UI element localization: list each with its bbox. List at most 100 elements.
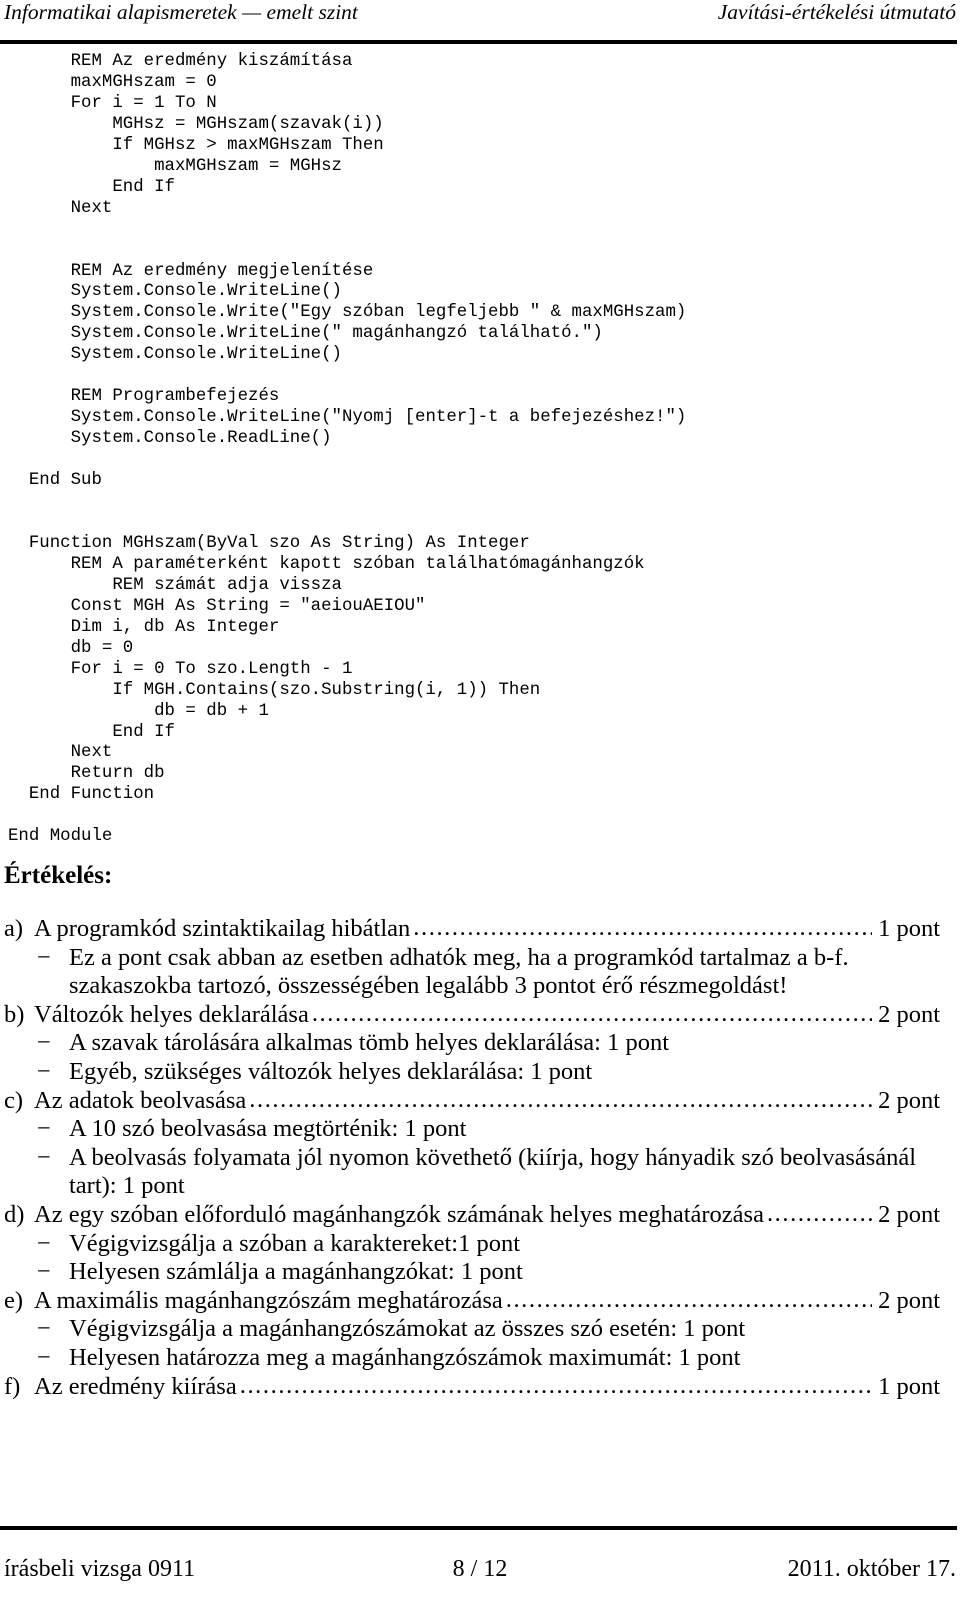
- scoring-item-criterion: Az eredmény kiírása: [34, 1372, 237, 1400]
- code-line: Function MGHszam(ByVal szo As String) As…: [8, 533, 530, 553]
- code-line: System.Console.Write("Egy szóban legfelj…: [8, 303, 687, 323]
- dash-bullet-icon: −: [37, 1029, 51, 1057]
- scoring-item-main-row: a) A programkód szintaktikailag hibátlan.…: [4, 914, 940, 944]
- scoring-subitem: − Helyesen határozza meg a magánhangzószá…: [4, 1344, 940, 1373]
- scoring-item: a) A programkód szintaktikailag hibátlan.…: [4, 914, 940, 1001]
- scoring-subitem: − A beolvasás folyamata jól nyomon követh…: [4, 1144, 940, 1201]
- scoring-subitem-line: tart): 1 pont: [69, 1172, 185, 1200]
- code-line: System.Console.WriteLine(): [8, 345, 342, 365]
- scoring-item-main-row: d) Az egy szóban előforduló magánhangzók …: [4, 1199, 940, 1230]
- footer-divider-rule: [0, 1526, 957, 1530]
- leader-dots: ........................................…: [311, 999, 873, 1027]
- code-line: REM számát adja vissza: [8, 575, 342, 595]
- code-line: REM Az eredmény kiszámítása: [8, 52, 353, 71]
- leader-dots: ........................................…: [239, 1371, 872, 1399]
- code-line: Const MGH As String = "aeiouAEIOU": [8, 596, 426, 616]
- code-line: End Function: [8, 785, 155, 805]
- footer-exam-date: 2011. október 17.: [787, 1556, 956, 1582]
- scoring-item-letter: c): [4, 1086, 24, 1114]
- scoring-subitem-text: A szavak tárolására alkalmas tömb helyes…: [69, 1029, 940, 1058]
- evaluation-heading: Értékelés:: [4, 862, 113, 889]
- code-line: End If: [8, 177, 175, 197]
- scoring-item-criterion: Az adatok beolvasása: [34, 1086, 247, 1114]
- code-line: Next: [8, 198, 113, 218]
- header-divider-rule: [0, 40, 957, 44]
- scoring-item-points: 2 pont: [878, 1286, 940, 1314]
- scoring-subitem-text: Ez a pont csak abban az esetben adhatók …: [69, 944, 940, 1001]
- dash-bullet-icon: −: [37, 1057, 51, 1085]
- scoring-item-points: 2 pont: [878, 1200, 940, 1228]
- code-line: System.Console.WriteLine("Nyomj [enter]-…: [8, 408, 687, 428]
- scoring-subitem: − Ez a pont csak abban az esetben adhatók…: [4, 944, 940, 1001]
- scoring-item-points: 1 pont: [878, 915, 940, 942]
- code-line: Dim i, db As Integer: [8, 617, 280, 637]
- scoring-item: e) A maximális magánhangzószám meghatároz…: [4, 1286, 940, 1373]
- scoring-subitem-text: Helyesen határozza meg a magánhangzószám…: [69, 1344, 940, 1373]
- scoring-subitem: − Egyéb, szükséges változók helyes deklar…: [4, 1058, 940, 1087]
- scoring-item-letter: b): [4, 1000, 25, 1028]
- scoring-subitem: − A szavak tárolására alkalmas tömb helye…: [4, 1029, 940, 1058]
- scoring-subitem-line: Végigvizsgálja a magánhangzószámokat az …: [69, 1315, 746, 1343]
- scoring-subitem-text: Egyéb, szükséges változók helyes deklará…: [69, 1058, 940, 1087]
- scoring-subitem-line: A beolvasás folyamata jól nyomon követhe…: [69, 1143, 917, 1171]
- dash-bullet-icon: −: [37, 1229, 51, 1257]
- scoring-subitem-line: Végigvizsgálja a szóban a karaktereket:1…: [69, 1229, 521, 1257]
- dash-bullet-icon: −: [37, 1143, 51, 1171]
- scoring-subitem-line: Helyesen számlálja a magánhangzókat: 1 p…: [69, 1258, 523, 1286]
- scoring-subitem: − Végigvizsgálja a szóban a karaktereket:…: [4, 1230, 940, 1259]
- scoring-item: d) Az egy szóban előforduló magánhangzók …: [4, 1199, 940, 1287]
- code-line: db = db + 1: [8, 701, 269, 721]
- code-line: End Sub: [8, 471, 102, 491]
- scoring-subitem: − A 10 szó beolvasása megtörténik: 1 pont: [4, 1115, 940, 1144]
- code-line: db = 0: [8, 638, 134, 658]
- leader-dots: ........................................…: [249, 1085, 872, 1113]
- code-line: REM Az eredmény megjelenítése: [8, 261, 374, 281]
- scoring-subitem-line: Ez a pont csak abban az esetben adhatók …: [69, 943, 849, 971]
- document-page: Informatikai alapismeretek — emelt szint…: [0, 0, 960, 1601]
- scoring-item-criterion: A maximális magánhangzószám meghatározás…: [34, 1286, 503, 1314]
- running-header: Informatikai alapismeretek — emelt szint…: [0, 0, 960, 30]
- scoring-subitem: − Helyesen számlálja a magánhangzókat: 1 …: [4, 1258, 940, 1287]
- code-line: For i = 1 To N: [8, 93, 217, 113]
- code-line: End Module: [8, 827, 113, 847]
- code-line: System.Console.ReadLine(): [8, 429, 332, 449]
- leader-dots: ........................................…: [413, 914, 872, 941]
- dash-bullet-icon: −: [37, 1315, 51, 1343]
- scoring-item-letter: e): [4, 1286, 24, 1314]
- scoring-item: f) Az eredmény kiírása...................…: [4, 1371, 940, 1402]
- header-subject-title: Informatikai alapismeretek — emelt szint: [4, 0, 358, 24]
- code-line: For i = 0 To szo.Length - 1: [8, 659, 353, 679]
- scoring-item-criterion: Az egy szóban előforduló magánhangzók sz…: [34, 1200, 764, 1228]
- code-line: If MGHsz > maxMGHszam Then: [8, 135, 384, 155]
- scoring-subitem-line: A szavak tárolására alkalmas tömb helyes…: [69, 1029, 670, 1057]
- scoring-subitem: − Végigvizsgálja a magánhangzószámokat az…: [4, 1315, 940, 1344]
- scoring-item-main-row: f) Az eredmény kiírása...................…: [4, 1371, 940, 1402]
- scoring-item-letter: d): [4, 1200, 25, 1228]
- code-line: System.Console.WriteLine(): [8, 282, 342, 302]
- scoring-subitem-line: A 10 szó beolvasása megtörténik: 1 pont: [69, 1115, 467, 1143]
- dash-bullet-icon: −: [37, 1115, 51, 1143]
- scoring-item: b) Változók helyes deklarálása...........…: [4, 999, 940, 1087]
- scoring-subitem-line: Helyesen határozza meg a magánhangzószám…: [69, 1343, 741, 1371]
- scoring-item-points: 2 pont: [878, 1000, 940, 1028]
- code-line: Return db: [8, 764, 165, 784]
- scoring-item: c) Az adatok beolvasása..................…: [4, 1085, 940, 1201]
- code-line: Next: [8, 743, 113, 763]
- dash-bullet-icon: −: [37, 943, 51, 971]
- scoring-subitem-text: Végigvizsgálja a szóban a karaktereket:1…: [69, 1230, 940, 1259]
- scoring-item-points: 2 pont: [878, 1086, 940, 1114]
- scoring-subitem-text: Helyesen számlálja a magánhangzókat: 1 p…: [69, 1258, 940, 1287]
- scoring-item-criterion: Változók helyes deklarálása: [34, 1000, 309, 1028]
- code-line: REM Programbefejezés: [8, 387, 280, 407]
- scoring-subitem-text: A 10 szó beolvasása megtörténik: 1 pont: [69, 1115, 940, 1144]
- code-line: End If: [8, 722, 175, 742]
- scoring-list: a) A programkód szintaktikailag hibátlan.…: [4, 914, 940, 1402]
- leader-dots: ........................................…: [766, 1199, 872, 1227]
